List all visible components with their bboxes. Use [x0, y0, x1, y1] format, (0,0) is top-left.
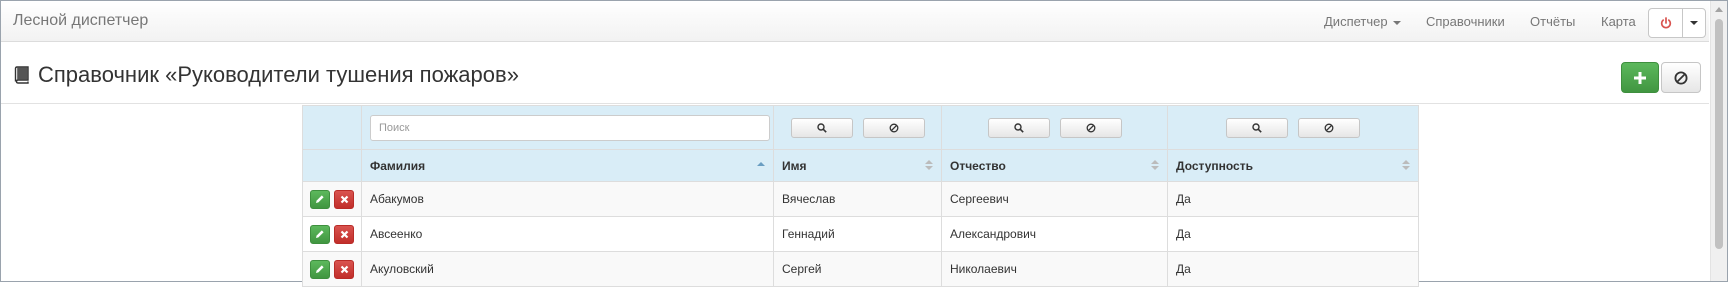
remove-icon [340, 195, 348, 203]
sort-icon [1402, 160, 1410, 172]
data-table: Фамилия Имя Отчество Доступность Абакумо… [302, 105, 1419, 287]
delete-button[interactable] [334, 189, 354, 209]
table-row: Акуловский Сергей Николаевич Да [302, 251, 1419, 287]
filter-cell-patronymic [941, 105, 1168, 150]
edit-button[interactable] [310, 224, 330, 244]
filter-cell-availability [1167, 105, 1419, 150]
scroll-up-icon[interactable] [1715, 7, 1723, 12]
filter-row [302, 105, 1419, 150]
book-icon [14, 66, 29, 84]
ban-icon [1086, 123, 1095, 132]
pencil-icon [316, 265, 324, 273]
ban-icon [1324, 123, 1334, 132]
clear-filters-button[interactable] [1661, 62, 1701, 93]
pencil-icon [316, 195, 324, 203]
power-button[interactable] [1649, 9, 1683, 37]
pencil-icon [316, 230, 324, 238]
table-row: Авсеенко Геннадий Александрович Да [302, 216, 1419, 252]
reset-button-patronymic[interactable] [1059, 117, 1122, 138]
nav-reports[interactable]: Отчёты [1530, 14, 1575, 29]
nav-dispatcher-label: Диспетчер [1324, 14, 1388, 29]
filter-cell-empty [302, 105, 362, 150]
power-dropdown-toggle[interactable] [1683, 9, 1705, 37]
remove-icon [340, 265, 348, 273]
cell-surname: Авсеенко [361, 216, 774, 252]
ban-icon [889, 123, 898, 132]
search-icon [1013, 122, 1024, 133]
add-button[interactable] [1621, 62, 1659, 93]
cell-name: Геннадий [773, 216, 942, 252]
scrollbar-thumb[interactable] [1715, 19, 1723, 249]
page-title-text: Справочник «Руководители тушения пожаров… [38, 62, 519, 87]
search-icon [1252, 122, 1262, 133]
column-header-availability[interactable]: Доступность [1167, 149, 1419, 182]
cell-availability: Да [1167, 251, 1419, 287]
remove-icon [340, 230, 348, 238]
column-header-patronymic[interactable]: Отчество [941, 149, 1168, 182]
column-header-surname[interactable]: Фамилия [361, 149, 774, 182]
page-title: Справочник «Руководители тушения пожаров… [14, 62, 519, 88]
delete-button[interactable] [334, 259, 354, 279]
header-row: Фамилия Имя Отчество Доступность [302, 149, 1419, 182]
search-input[interactable] [370, 114, 770, 141]
search-button-name[interactable] [790, 117, 853, 138]
cell-patronymic: Николаевич [941, 251, 1168, 287]
ban-icon [1674, 71, 1688, 84]
table-container: Фамилия Имя Отчество Доступность Абакумо… [302, 105, 1419, 287]
column-header-label: Доступность [1176, 158, 1253, 173]
row-actions [302, 181, 362, 217]
cell-surname: Акуловский [361, 251, 774, 287]
cell-name: Вячеслав [773, 181, 942, 217]
filter-cell-name [773, 105, 942, 150]
power-icon [1660, 17, 1671, 29]
row-actions [302, 216, 362, 252]
cell-name: Сергей [773, 251, 942, 287]
caret-down-icon [1690, 21, 1698, 25]
cell-patronymic: Александрович [941, 216, 1168, 252]
row-actions [302, 251, 362, 287]
table-row: Абакумов Вячеслав Сергеевич Да [302, 181, 1419, 217]
sort-icon [925, 160, 933, 172]
filter-cell-surname [361, 105, 774, 150]
reset-button-availability[interactable] [1298, 117, 1360, 138]
delete-button[interactable] [334, 224, 354, 244]
nav-map[interactable]: Карта [1601, 14, 1636, 29]
column-header-label: Фамилия [370, 158, 426, 173]
chevron-down-icon [1392, 20, 1401, 25]
column-header-label: Имя [782, 158, 807, 173]
page-header: Справочник «Руководители тушения пожаров… [1, 43, 1709, 104]
sort-icon [1151, 160, 1159, 172]
brand[interactable]: Лесной диспетчер [13, 12, 148, 30]
sort-asc-icon [757, 160, 765, 172]
cell-patronymic: Сергеевич [941, 181, 1168, 217]
cell-surname: Абакумов [361, 181, 774, 217]
search-button-patronymic[interactable] [987, 117, 1050, 138]
header-actions [302, 149, 362, 182]
cell-availability: Да [1167, 216, 1419, 252]
nav-dispatcher[interactable]: Диспетчер [1324, 14, 1401, 29]
column-header-label: Отчество [950, 158, 1006, 173]
search-icon [816, 122, 827, 133]
vertical-scrollbar[interactable] [1710, 1, 1727, 281]
navbar: Лесной диспетчер Диспетчер Справочники О… [1, 1, 1709, 42]
power-button-group [1648, 8, 1706, 38]
nav-directories[interactable]: Справочники [1426, 14, 1505, 29]
search-button-availability[interactable] [1226, 117, 1288, 138]
plus-icon [1634, 71, 1646, 84]
edit-button[interactable] [310, 259, 330, 279]
reset-button-name[interactable] [862, 117, 925, 138]
edit-button[interactable] [310, 189, 330, 209]
column-header-name[interactable]: Имя [773, 149, 942, 182]
cell-availability: Да [1167, 181, 1419, 217]
